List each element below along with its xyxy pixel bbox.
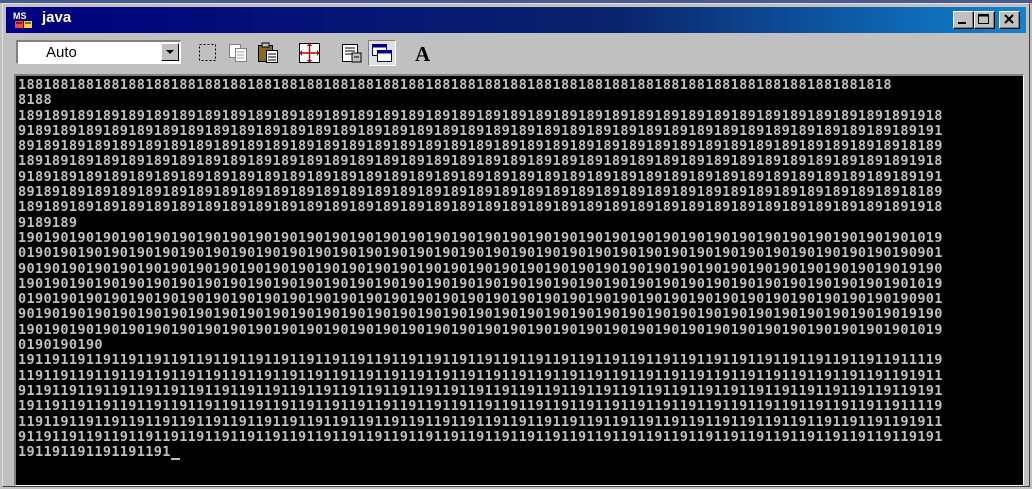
paste-icon [258, 42, 278, 63]
full-screen-icon [299, 43, 320, 63]
background-button[interactable] [368, 40, 396, 66]
minimize-button[interactable] [953, 11, 974, 29]
font-size-value: Auto [46, 44, 77, 61]
minimize-icon [958, 22, 966, 24]
properties-button[interactable] [338, 40, 366, 66]
console-text: 1881881881881881881881881881881881881881… [18, 77, 943, 461]
paste-button[interactable] [254, 40, 282, 66]
copy-button[interactable] [224, 40, 252, 66]
title-bar[interactable]: MS java [6, 7, 1026, 33]
properties-icon [342, 44, 362, 63]
maximize-button[interactable] [974, 11, 995, 29]
full-screen-button[interactable] [296, 40, 324, 66]
close-button[interactable] [999, 11, 1020, 29]
close-icon [1004, 14, 1014, 24]
console-output[interactable]: 1881881881881881881881881881881881881881… [14, 74, 1024, 486]
maximize-icon [978, 14, 989, 24]
chevron-down-icon [166, 50, 174, 54]
ms-dos-icon: MS [12, 10, 38, 30]
toolbar: Auto A [6, 36, 1026, 70]
dotted-rectangle-icon [199, 44, 216, 61]
text-cursor [170, 458, 180, 461]
copy-icon [229, 44, 247, 62]
font-size-select[interactable]: Auto [16, 40, 181, 64]
font-button[interactable]: A [410, 40, 438, 66]
font-a-icon: A [415, 42, 431, 66]
mark-button[interactable] [194, 40, 222, 66]
msdos-window: MS java Auto A 1881881881881881881881881… [2, 3, 1030, 487]
svg-text:MS: MS [13, 11, 27, 21]
dropdown-button[interactable] [161, 43, 179, 61]
windows-icon [372, 44, 392, 62]
window-title: java [42, 9, 72, 26]
svg-text:A: A [415, 42, 431, 66]
